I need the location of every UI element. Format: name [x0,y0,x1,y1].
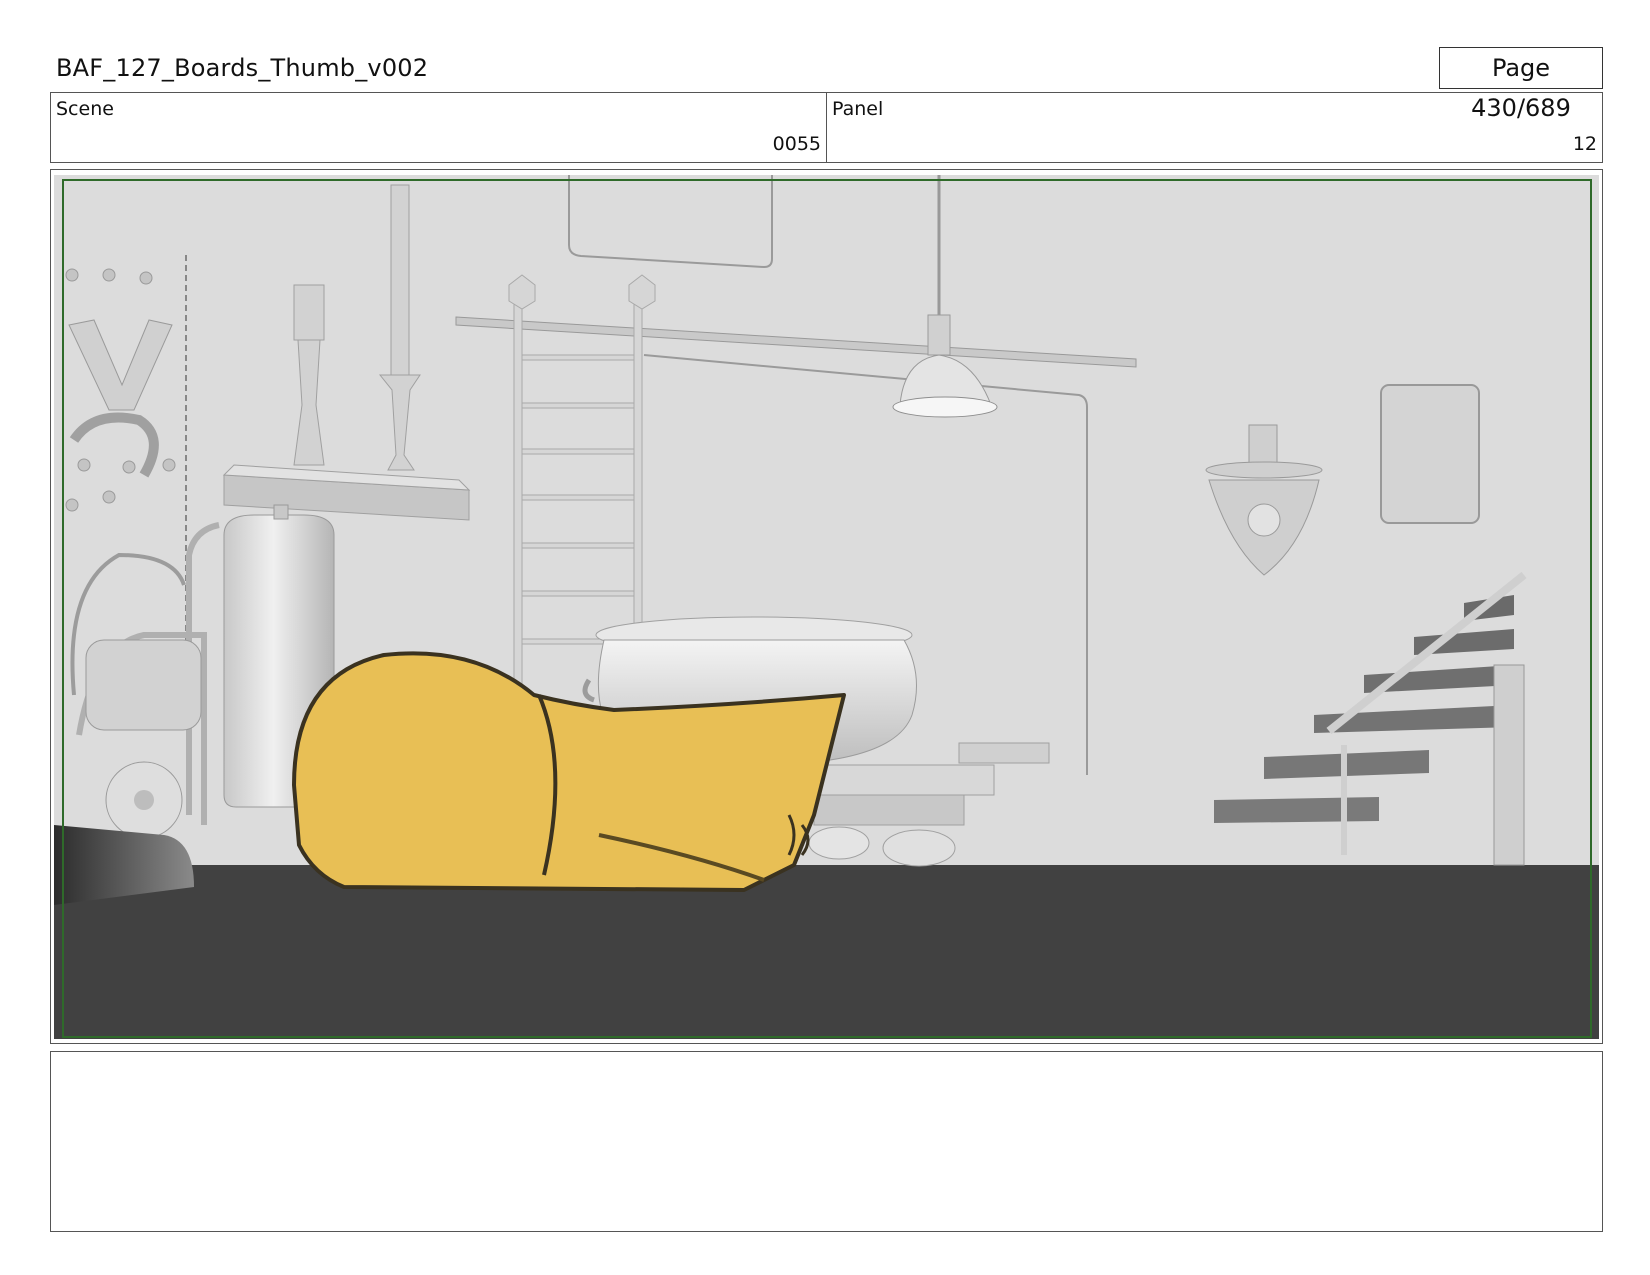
storyboard-panel [50,169,1603,1044]
scene-label: Scene [56,98,114,120]
panel-number: 12 [1572,133,1597,155]
panel-label: Panel [832,98,884,120]
panel-image [54,175,1599,1039]
scene-cell: Scene 0055 [51,93,826,162]
panel-notes[interactable] [50,1051,1603,1232]
panel-cell: Panel 12 [826,93,1602,162]
panel-info-row: Scene 0055 Panel 12 [50,92,1603,163]
floor [54,865,1599,1039]
page-counter: Page 430/689 [1439,47,1603,122]
scene-number: 0055 [772,133,821,155]
document-title: BAF_127_Boards_Thumb_v002 [56,54,429,82]
